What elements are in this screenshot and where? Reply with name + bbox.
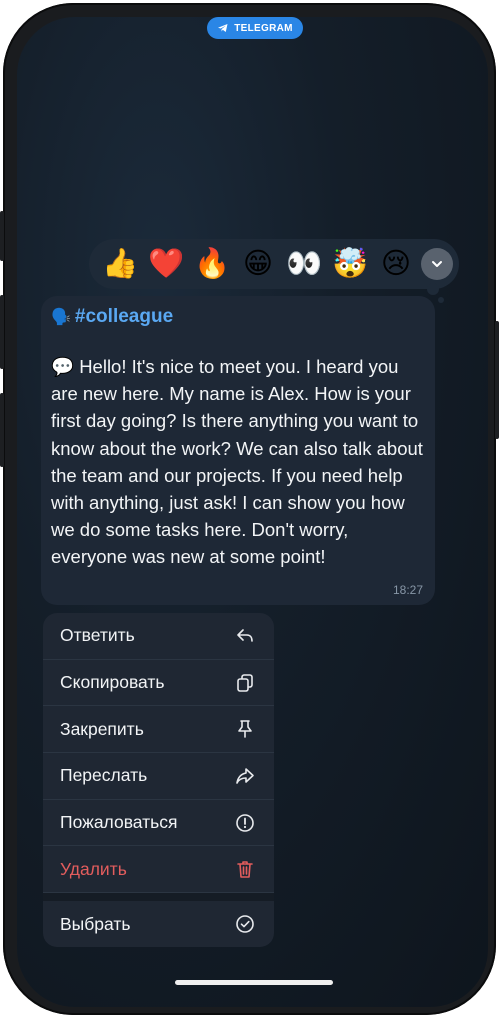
thumbs-up-emoji[interactable]: 👍 <box>97 239 143 289</box>
menu-item-report[interactable]: Пожаловаться <box>43 800 274 847</box>
telegram-icon <box>218 24 228 32</box>
menu-item-reply[interactable]: Ответить <box>43 613 274 660</box>
telegram-badge: TELEGRAM <box>207 17 303 39</box>
heart-emoji[interactable]: ❤️ <box>143 239 189 289</box>
reaction-picker: 👍 ❤️ 🔥 😁 👀 🤯 😢 <box>89 239 459 289</box>
menu-item-label: Выбрать <box>60 913 131 934</box>
badge-label: TELEGRAM <box>234 22 293 34</box>
chevron-down-icon <box>432 261 442 267</box>
reaction-picker-tail <box>427 283 439 295</box>
context-menu: Ответить Скопировать Закрепить Переслать <box>43 613 274 947</box>
forward-icon <box>234 765 256 787</box>
phone-volume-down-button <box>0 393 4 467</box>
message-hashtag-line: 🗣️ #colleague <box>51 304 423 330</box>
expand-reactions-button[interactable] <box>421 248 453 280</box>
menu-item-copy[interactable]: Скопировать <box>43 660 274 707</box>
speech-bubble-emoji: 💬 <box>51 356 75 377</box>
menu-item-label: Переслать <box>60 765 148 786</box>
menu-item-delete[interactable]: Удалить <box>43 846 274 894</box>
phone-volume-up-button <box>0 295 4 369</box>
message-text: Hello! It's nice to meet you. I heard yo… <box>51 356 423 568</box>
menu-item-select[interactable]: Выбрать <box>43 901 274 947</box>
message-text-block: 💬 Hello! It's nice to meet you. I heard … <box>51 353 423 571</box>
menu-item-label: Скопировать <box>60 672 165 693</box>
message-hashtag[interactable]: #colleague <box>75 306 173 328</box>
menu-item-label: Пожаловаться <box>60 812 178 833</box>
message-bubble[interactable]: 🗣️ #colleague 💬 Hello! It's nice to meet… <box>41 296 435 605</box>
mind-blown-emoji[interactable]: 🤯 <box>327 239 373 289</box>
grin-emoji[interactable]: 😁 <box>235 239 281 289</box>
menu-item-label: Ответить <box>60 625 135 646</box>
phone-power-button <box>495 321 499 439</box>
copy-icon <box>234 672 256 694</box>
pin-icon <box>234 718 256 740</box>
crying-emoji[interactable]: 😢 <box>373 239 419 289</box>
report-icon <box>234 812 256 834</box>
menu-item-label: Удалить <box>60 858 127 879</box>
reaction-picker-tail-dot <box>438 297 444 303</box>
eyes-emoji[interactable]: 👀 <box>281 239 327 289</box>
menu-item-pin[interactable]: Закрепить <box>43 706 274 754</box>
select-check-icon <box>234 913 256 935</box>
menu-item-forward[interactable]: Переслать <box>43 753 274 800</box>
trash-icon <box>234 858 256 880</box>
reply-icon <box>234 625 256 647</box>
menu-item-label: Закрепить <box>60 718 144 739</box>
message-time: 18:27 <box>392 583 423 597</box>
phone-side-button <box>0 211 4 261</box>
phone-frame: TELEGRAM 👍 ❤️ 🔥 😁 👀 🤯 😢 🗣️ #colleague 💬 <box>0 3 499 1015</box>
speaking-head-emoji: 🗣️ <box>51 309 71 326</box>
menu-separator <box>43 893 274 902</box>
home-indicator[interactable] <box>175 980 333 985</box>
fire-emoji[interactable]: 🔥 <box>189 239 235 289</box>
screen: TELEGRAM 👍 ❤️ 🔥 😁 👀 🤯 😢 🗣️ #colleague 💬 <box>17 17 488 1007</box>
